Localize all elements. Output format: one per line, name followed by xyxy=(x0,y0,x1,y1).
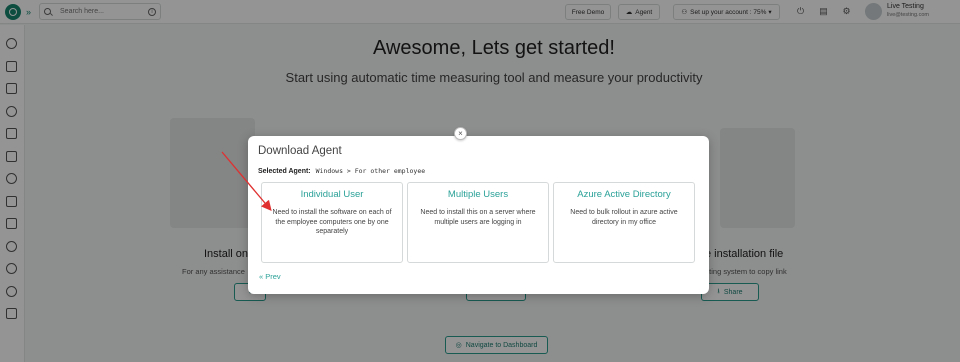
option-description: Need to install this on a server where m… xyxy=(420,209,536,226)
selected-agent: Selected Agent: Windows > For other empl… xyxy=(258,167,425,175)
option-multiple-users[interactable]: Multiple Users Need to install this on a… xyxy=(407,182,549,263)
selected-agent-label: Selected Agent: xyxy=(258,168,311,175)
close-modal-button[interactable]: × xyxy=(454,127,467,140)
option-individual-user[interactable]: Individual User Need to install the soft… xyxy=(261,182,403,263)
double-chevron-left-icon: « xyxy=(259,272,264,281)
option-azure-active-directory[interactable]: Azure Active Directory Need to bulk roll… xyxy=(553,182,695,263)
option-description: Need to bulk rollout in azure active dir… xyxy=(570,209,678,226)
option-title: Multiple Users xyxy=(447,189,509,200)
prev-link[interactable]: « Prev xyxy=(259,272,281,281)
option-title: Individual User xyxy=(300,189,364,200)
option-description: Need to install the software on each of … xyxy=(272,209,392,235)
prev-label: Prev xyxy=(265,272,281,281)
selected-agent-value: Windows > For other employee xyxy=(315,167,426,175)
download-agent-modal: Download Agent Selected Agent: Windows >… xyxy=(248,136,709,294)
modal-title: Download Agent xyxy=(258,145,342,157)
option-title: Azure Active Directory xyxy=(577,189,671,200)
